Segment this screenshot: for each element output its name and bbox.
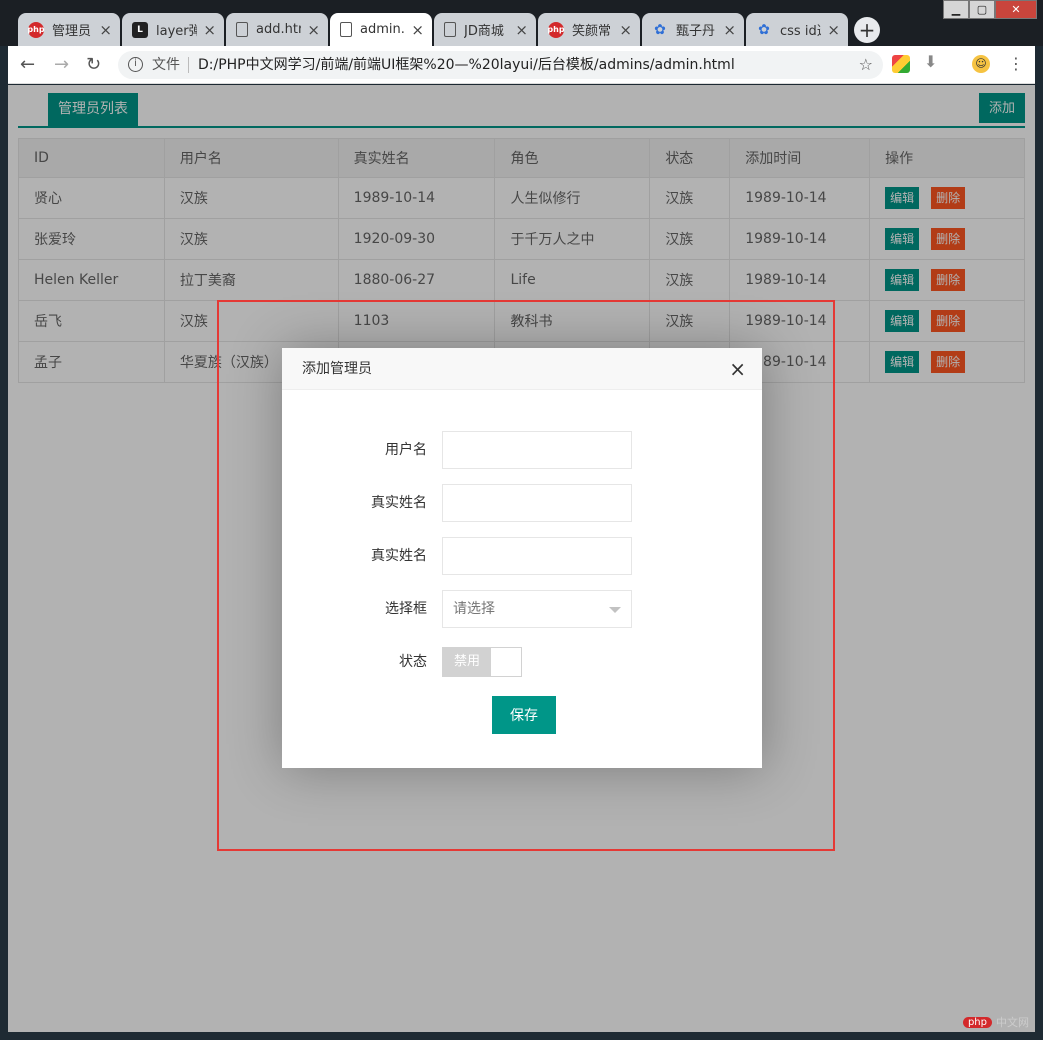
browser-tab-title: JD商城 [464, 24, 504, 39]
browser-tab[interactable]: add.htr × [226, 13, 328, 46]
tab-close-icon[interactable]: × [99, 21, 112, 39]
omnibox-divider [188, 57, 189, 73]
tab-close-icon[interactable]: × [307, 21, 320, 39]
php-logo: php [962, 1016, 992, 1028]
tab-close-icon[interactable]: × [203, 21, 216, 39]
add-admin-dialog: 添加管理员 × 用户名 真实姓名 真实姓名 选择框 请选择 状态 禁用 保存 [282, 348, 762, 768]
browser-tab-title: layer弹 [156, 24, 198, 39]
realname-input[interactable] [442, 484, 632, 522]
address-bar[interactable]: i 文件 D:/PHP中文网学习/前端/前端UI框架%20—%20layui/后… [118, 51, 883, 79]
kebab-menu-icon[interactable]: ⋮ [1008, 54, 1024, 73]
browser-tab-title: css id选 [780, 24, 821, 39]
realname2-input[interactable] [442, 537, 632, 575]
info-icon[interactable]: i [128, 57, 143, 72]
dialog-header: 添加管理员 × [282, 348, 762, 390]
browser-tab-title: add.htr [256, 22, 302, 37]
watermark: php 中文网 [962, 1014, 1029, 1030]
username-label: 用户名 [385, 442, 427, 458]
browser-tab[interactable]: ✿ css id选 × [746, 13, 848, 46]
forward-arrow-icon[interactable]: → [54, 54, 69, 75]
bookmark-star-icon[interactable]: ☆ [859, 51, 873, 79]
browser-tab[interactable]: ✿ 甄子丹 × [642, 13, 744, 46]
minimize-icon[interactable]: ▁ [943, 0, 969, 19]
extension-colorful-icon[interactable] [892, 55, 910, 73]
tab-close-icon[interactable]: × [411, 21, 424, 39]
form-row-select: 选择框 请选择 [282, 590, 762, 628]
form-row-username: 用户名 [282, 431, 762, 469]
select-placeholder: 请选择 [453, 601, 495, 617]
browser-tab[interactable]: php 管理员 × [18, 13, 120, 46]
close-icon[interactable]: × [729, 348, 746, 390]
php-icon: php [27, 21, 45, 38]
browser-tab-title: 甄子丹 [676, 24, 716, 39]
tab-close-icon[interactable]: × [619, 21, 632, 39]
download-arrow-icon[interactable]: ⬇ [924, 52, 942, 71]
save-button[interactable]: 保存 [492, 696, 556, 734]
browser-tab-title: 管理员 [52, 24, 92, 39]
scheme-label: 文件 [152, 57, 180, 73]
dialog-title: 添加管理员 [302, 361, 372, 377]
window-controls: ▁ ▢ ✕ [943, 0, 1037, 20]
browser-toolbar: ← → ↻ i 文件 D:/PHP中文网学习/前端/前端UI框架%20—%20l… [8, 46, 1035, 84]
emoji-avatar-icon[interactable]: ☺ [972, 55, 990, 73]
reload-icon[interactable]: ↻ [86, 54, 101, 75]
new-tab-button[interactable]: + [854, 17, 880, 43]
maximize-icon[interactable]: ▢ [969, 0, 995, 19]
form-row-realname: 真实姓名 [282, 484, 762, 522]
status-switch-label: 禁用 [443, 648, 491, 676]
browser-tab-title: 笑颜常 [572, 24, 612, 39]
form-row-realname-2: 真实姓名 [282, 537, 762, 575]
doc-icon [340, 22, 352, 37]
browser-window: php 管理员 × Llayer弹 × add.htr × admin. × JD商城 × php 笑颜… [0, 0, 1043, 1040]
layer-icon: L [132, 21, 148, 38]
realname-label: 真实姓名 [371, 495, 427, 511]
browser-tab[interactable]: JD商城 × [434, 13, 536, 46]
tab-close-icon[interactable]: × [827, 21, 840, 39]
tab-close-icon[interactable]: × [723, 21, 736, 39]
url-text[interactable]: D:/PHP中文网学习/前端/前端UI框架%20—%20layui/后台模板/a… [198, 51, 735, 79]
back-arrow-icon[interactable]: ← [20, 54, 35, 75]
browser-tab[interactable]: Llayer弹 × [122, 13, 224, 46]
status-switch[interactable]: 禁用 [442, 647, 522, 677]
doc-icon [236, 22, 248, 37]
status-label: 状态 [399, 654, 427, 670]
realname2-label: 真实姓名 [371, 548, 427, 564]
page-viewport: 管理员列表 添加 ID 用户名 真实姓名 角色 状态 添加时间 操作 贤心 汉族 1989-10… [8, 85, 1035, 1032]
browser-tab[interactable]: php 笑颜常 × [538, 13, 640, 46]
php-icon: php [547, 21, 565, 38]
username-input[interactable] [442, 431, 632, 469]
tab-strip: php 管理员 × Llayer弹 × add.htr × admin. × JD商城 × php 笑颜… [0, 0, 1043, 46]
paw-icon: ✿ [654, 21, 666, 38]
form-row-status: 状态 禁用 [282, 643, 762, 681]
browser-tab[interactable]: admin. × [330, 13, 432, 46]
role-select[interactable]: 请选择 [442, 590, 632, 628]
paw-icon: ✿ [758, 21, 770, 38]
close-window-icon[interactable]: ✕ [995, 0, 1037, 19]
watermark-text: 中文网 [996, 1016, 1029, 1029]
browser-tab-title: admin. [360, 22, 405, 37]
chevron-down-icon [609, 607, 621, 613]
doc-icon [444, 22, 456, 37]
tab-close-icon[interactable]: × [515, 21, 528, 39]
select-label: 选择框 [385, 601, 427, 617]
